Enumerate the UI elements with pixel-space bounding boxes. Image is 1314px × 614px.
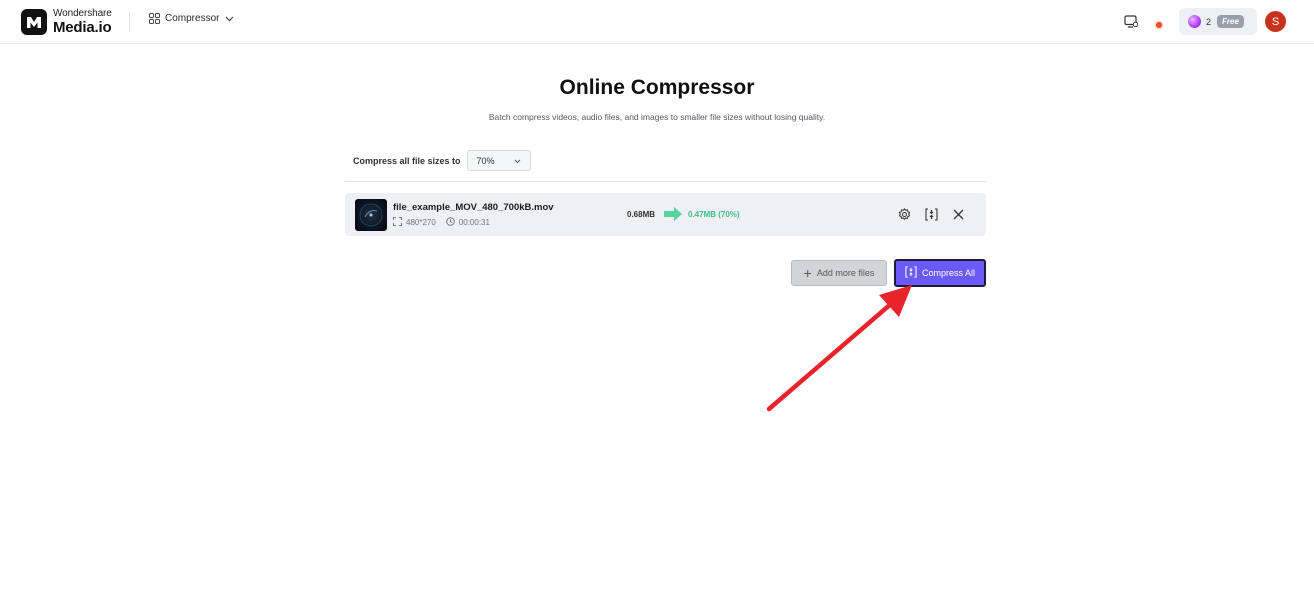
file-duration: 00:00:31 <box>458 218 490 227</box>
page-title: Online Compressor <box>559 76 755 99</box>
top-bar: Wondershare Media.io Compressor 2 Free S <box>0 0 1314 44</box>
logo-brand-text: Wondershare <box>53 8 112 19</box>
compress-setting: Compress all file sizes to 70% <box>353 150 531 171</box>
file-name: file_example_MOV_480_700kB.mov <box>393 202 554 213</box>
file-resolution: 480*270 <box>406 218 436 227</box>
logo-product-text: Media.io <box>53 19 112 36</box>
arrow-right-icon <box>663 206 683 227</box>
avatar[interactable]: S <box>1265 11 1286 32</box>
compress-icon[interactable] <box>924 207 938 221</box>
compress-icon <box>905 266 922 280</box>
grid-icon <box>149 13 160 24</box>
gem-icon <box>1188 15 1201 28</box>
compress-all-label: Compress All <box>921 268 975 278</box>
close-icon[interactable] <box>951 207 965 221</box>
add-more-files-label: Add more files <box>816 268 875 278</box>
chevron-down-icon <box>225 16 234 22</box>
logo-mark-icon <box>21 9 47 35</box>
logo[interactable]: Wondershare Media.io <box>21 9 112 35</box>
notification-dot-icon[interactable] <box>1154 17 1164 35</box>
tool-menu-dropdown[interactable]: Compressor <box>149 13 234 24</box>
compress-label: Compress all file sizes to <box>353 155 461 166</box>
row-actions <box>897 207 978 221</box>
plan-badge: Free <box>1217 15 1244 28</box>
clock-icon <box>446 217 459 228</box>
compressed-size: 0.47MB (70%) <box>688 210 740 219</box>
list-item: file_example_MOV_480_700kB.mov 480*270 0… <box>345 193 986 236</box>
credits-badge[interactable]: 2 Free <box>1179 8 1257 35</box>
header-divider <box>129 12 130 32</box>
resolution-icon <box>393 217 406 228</box>
compress-ratio-select[interactable]: 70% <box>466 150 531 171</box>
credits-count: 2 <box>1206 16 1212 27</box>
gear-icon[interactable] <box>897 207 911 221</box>
add-more-files-button[interactable]: + Add more files <box>791 260 887 286</box>
chevron-down-icon <box>514 156 521 166</box>
plus-icon: + <box>803 265 812 281</box>
compress-ratio-value: 70% <box>476 155 495 166</box>
page-subtitle: Batch compress videos, audio files, and … <box>488 112 826 122</box>
tool-menu-label: Compressor <box>165 13 220 24</box>
screen-record-icon[interactable] <box>1124 15 1139 33</box>
divider <box>345 181 986 182</box>
original-size: 0.68MB <box>627 210 656 219</box>
file-meta: 480*270 00:00:31 <box>393 217 500 228</box>
video-thumbnail <box>355 199 387 231</box>
compress-all-button[interactable]: Compress All <box>894 259 986 287</box>
